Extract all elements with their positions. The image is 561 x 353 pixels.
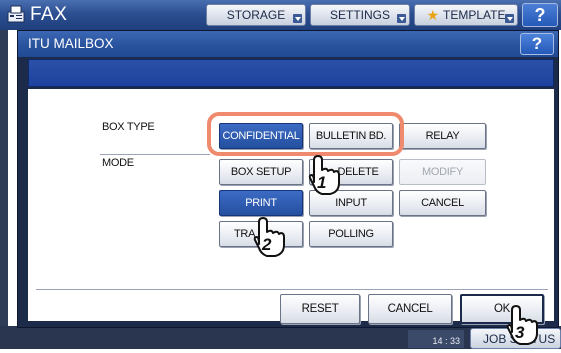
mode-cancel-button[interactable]: CANCEL [399,190,486,216]
dialog-title: ITU MAILBOX [28,36,114,51]
mode-box-setup-button[interactable]: BOX SETUP [219,159,303,185]
dialog-help-button[interactable]: ? [520,33,554,55]
mode-modify-button[interactable]: MODIFY [399,159,486,185]
app-title: FAX [30,4,68,25]
step-1-hand-icon: 1 [302,152,348,198]
footer-divider [36,289,548,290]
section-divider [100,154,210,155]
mode-print-button[interactable]: PRINT [219,190,303,216]
step-3-hand-icon: 3 [500,302,546,348]
tab-template-label: TEMPLATE [443,8,506,22]
box-type-relay-button[interactable]: RELAY [399,123,486,149]
tab-settings-label: SETTINGS [329,8,390,22]
step-3-number: 3 [515,323,525,342]
step-1-number: 1 [317,173,327,192]
cancel-button[interactable]: CANCEL [368,294,452,324]
chevron-down-icon [293,14,302,23]
tab-template[interactable]: ★ TEMPLATE [414,4,518,26]
clock: 14 : 33 [408,330,464,348]
step-2-number: 2 [262,235,272,254]
tab-settings[interactable]: SETTINGS [310,4,410,26]
box-type-label: BOX TYPE [102,121,155,133]
fax-icon [6,5,26,23]
tab-storage-label: STORAGE [226,8,286,22]
mode-polling-button[interactable]: POLLING [309,221,393,247]
reset-button[interactable]: RESET [280,294,360,324]
chevron-down-icon [397,14,406,23]
left-panel-edge [0,30,8,330]
dialog-message-bar [28,59,554,87]
help-button[interactable]: ? [522,3,558,27]
star-icon: ★ [426,6,440,23]
step-2-hand-icon: 2 [247,214,293,260]
box-type-highlight [207,112,404,156]
chevron-down-icon [505,14,514,23]
mode-label: MODE [102,157,134,169]
tab-storage[interactable]: STORAGE [206,4,306,26]
